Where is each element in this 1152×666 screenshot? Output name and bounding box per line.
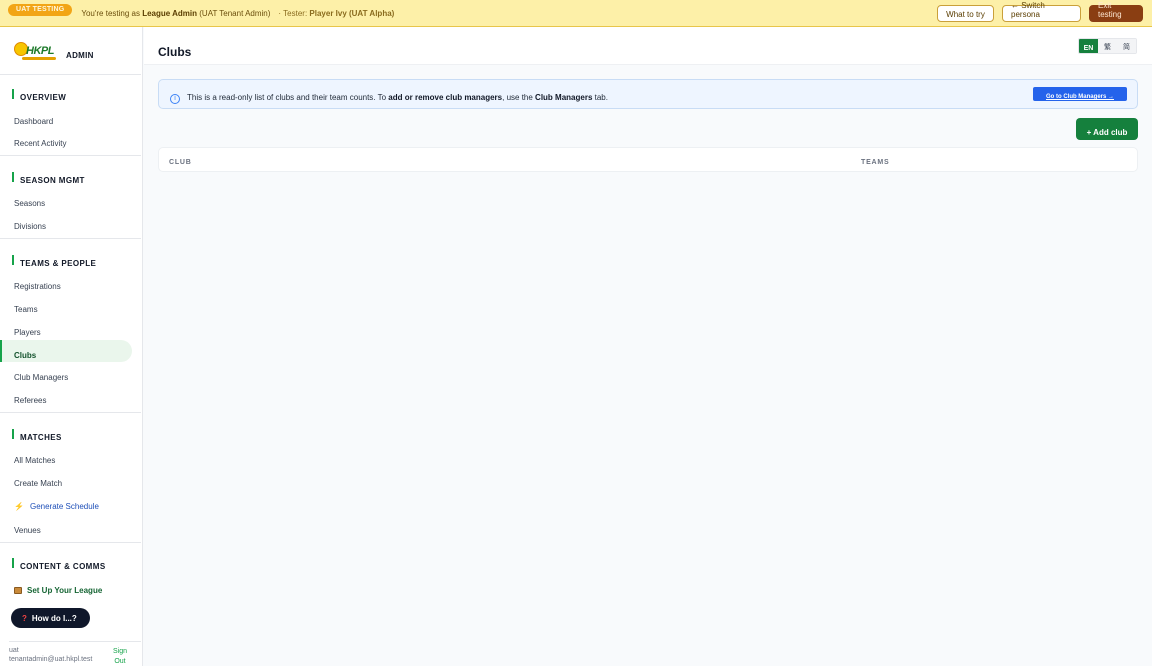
- logo-text: HKPL: [26, 45, 54, 57]
- exit-testing-button[interactable]: Exit testing: [1089, 1, 1143, 22]
- how-do-i-button[interactable]: ? How do I...?: [11, 608, 90, 628]
- sidebar-item-players[interactable]: Players: [14, 328, 41, 337]
- sign-out-line-2: Out: [114, 658, 126, 665]
- lang-traditional-chinese-button[interactable]: 繁: [1098, 39, 1117, 53]
- page-title: Clubs: [158, 45, 192, 59]
- section-content-comms: CONTENT & COMMS: [12, 558, 106, 571]
- section-divider: [0, 238, 141, 239]
- section-title: CONTENT & COMMS: [20, 562, 106, 571]
- sidebar-item-club-managers[interactable]: Club Managers: [14, 373, 68, 382]
- user-footer: uat tenantadmin@uat.hkpl.test Sign Out: [9, 641, 141, 666]
- tester-text: · Tester: Player Ivy (UAT Alpha): [278, 9, 394, 18]
- section-accent: [12, 429, 14, 439]
- info-icon: i: [170, 94, 180, 104]
- sidebar-item-dashboard[interactable]: Dashboard: [14, 117, 53, 126]
- tester-name: Player Ivy (UAT Alpha): [309, 8, 395, 18]
- section-title: TEAMS & PEOPLE: [20, 259, 97, 268]
- sidebar-item-generate-schedule[interactable]: ⚡ Generate Schedule: [14, 502, 99, 511]
- info-banner: i This is a read-only list of clubs and …: [158, 79, 1138, 109]
- section-divider: [0, 412, 141, 413]
- logo-swoosh: [22, 57, 56, 60]
- sidebar-item-create-match[interactable]: Create Match: [14, 479, 62, 488]
- testing-role-note: (UAT Tenant Admin): [199, 8, 271, 18]
- info-text-2: , use the: [502, 93, 533, 102]
- sidebar-item-set-up-league[interactable]: Set Up Your League: [14, 586, 102, 595]
- lightning-icon: ⚡: [14, 502, 24, 511]
- tester-prefix: · Tester:: [278, 8, 308, 18]
- brand[interactable]: HKPL ADMIN: [12, 39, 94, 63]
- language-switcher: EN 繁 简: [1078, 38, 1137, 54]
- column-header-teams[interactable]: TEAMS: [861, 159, 890, 166]
- section-matches: MATCHES: [12, 429, 62, 442]
- section-accent: [12, 172, 14, 182]
- user-email: tenantadmin@uat.hkpl.test: [9, 656, 93, 663]
- info-bold-2: Club Managers: [535, 93, 593, 102]
- setup-icon: [14, 587, 22, 594]
- testing-role: League Admin: [142, 8, 198, 18]
- clubs-table: CLUB TEAMS: [158, 147, 1138, 172]
- section-overview: OVERVIEW: [12, 89, 67, 102]
- sidebar-item-clubs[interactable]: Clubs: [14, 351, 36, 360]
- main-header: Clubs EN 繁 简: [144, 27, 1152, 65]
- lang-simplified-chinese-button[interactable]: 简: [1117, 39, 1136, 53]
- hkpl-logo: HKPL: [12, 39, 58, 63]
- what-to-try-button[interactable]: What to try: [937, 5, 994, 22]
- add-club-button[interactable]: + Add club: [1076, 118, 1138, 140]
- section-divider: [0, 542, 141, 543]
- sidebar: HKPL ADMIN OVERVIEW Dashboard Recent Act…: [0, 27, 143, 666]
- user-name: uat: [9, 647, 19, 654]
- testing-prefix: You're testing as: [81, 8, 140, 18]
- go-to-club-managers-button[interactable]: Go to Club Managers →: [1033, 87, 1127, 101]
- section-title: SEASON MGMT: [20, 176, 85, 185]
- sidebar-item-registrations[interactable]: Registrations: [14, 282, 61, 291]
- testing-as-text: You're testing as League Admin (UAT Tena…: [81, 9, 270, 18]
- help-icon: ?: [22, 613, 27, 623]
- section-title: MATCHES: [20, 433, 62, 442]
- info-text: This is a read-only list of clubs and th…: [187, 93, 608, 102]
- section-divider: [0, 155, 141, 156]
- lang-en-button[interactable]: EN: [1079, 39, 1098, 53]
- sidebar-item-label: Set Up Your League: [27, 586, 103, 595]
- sidebar-item-divisions[interactable]: Divisions: [14, 222, 46, 231]
- section-accent: [12, 558, 14, 568]
- switch-persona-button[interactable]: ← Switch persona: [1002, 1, 1081, 22]
- sidebar-item-label: Generate Schedule: [29, 502, 99, 511]
- section-title: OVERVIEW: [20, 93, 67, 102]
- sidebar-item-referees[interactable]: Referees: [14, 396, 46, 405]
- section-divider: [0, 74, 141, 75]
- section-accent: [12, 255, 14, 265]
- sidebar-item-seasons[interactable]: Seasons: [14, 199, 45, 208]
- sidebar-item-venues[interactable]: Venues: [14, 526, 41, 535]
- column-header-club[interactable]: CLUB: [169, 159, 192, 166]
- sidebar-item-recent-activity[interactable]: Recent Activity: [14, 139, 66, 148]
- section-accent: [12, 89, 14, 99]
- sign-out-link[interactable]: Sign Out: [112, 647, 128, 666]
- sign-out-line-1: Sign: [112, 648, 127, 655]
- info-text-3: tab.: [594, 93, 608, 102]
- how-do-i-label: How do I...?: [31, 613, 77, 623]
- sidebar-item-all-matches[interactable]: All Matches: [14, 456, 55, 465]
- admin-label: ADMIN: [66, 50, 94, 60]
- info-bold-1: add or remove club managers: [388, 93, 503, 102]
- banner-actions: What to try ← Switch persona Exit testin…: [937, 1, 1143, 22]
- uat-testing-badge: UAT TESTING: [8, 3, 73, 16]
- info-text-1: This is a read-only list of clubs and th…: [187, 93, 387, 102]
- sidebar-item-teams[interactable]: Teams: [14, 305, 38, 314]
- section-teams-people: TEAMS & PEOPLE: [12, 255, 97, 268]
- uat-banner: UAT TESTING You're testing as League Adm…: [0, 0, 1152, 27]
- section-season-mgmt: SEASON MGMT: [12, 172, 85, 185]
